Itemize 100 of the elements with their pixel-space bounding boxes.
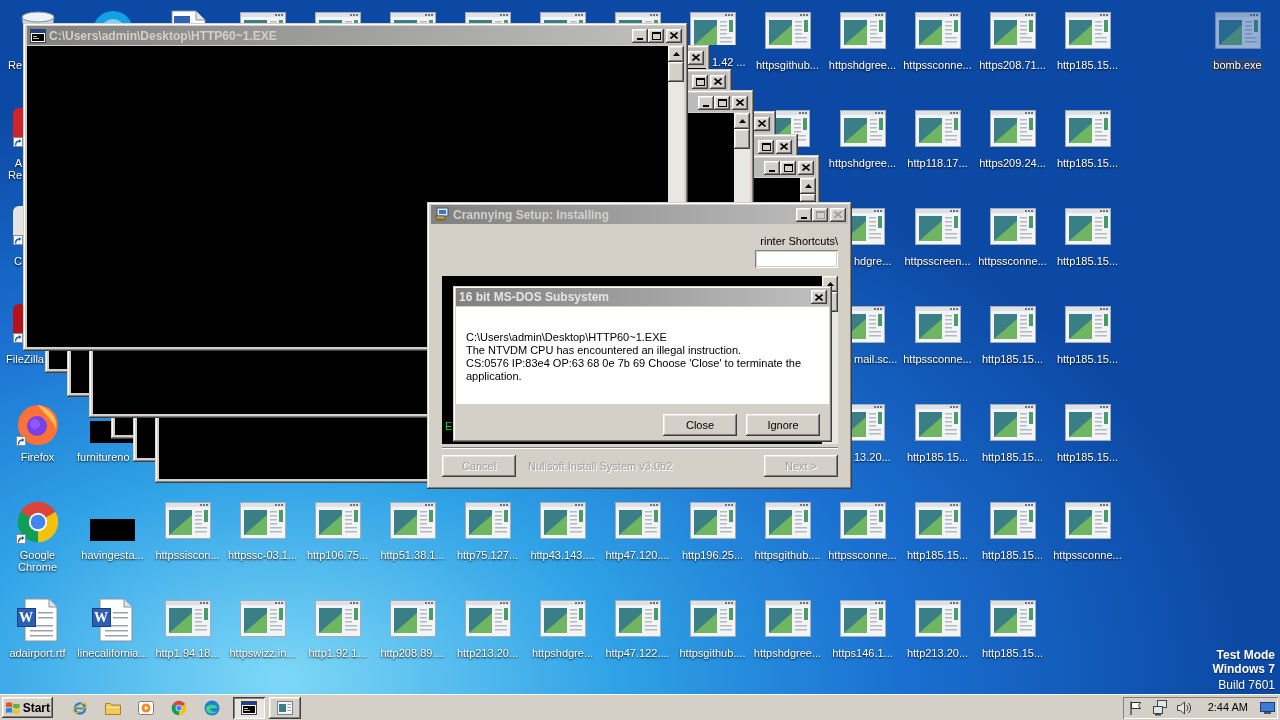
desktop-icon-label[interactable]: https208.71...: [978, 59, 1047, 71]
file-thumbnail-icon[interactable]: [239, 600, 286, 637]
desktop-icon-label[interactable]: http185.15...: [980, 647, 1045, 659]
desktop-icon-label[interactable]: Firefox: [19, 451, 56, 463]
file-thumbnail-icon[interactable]: [989, 208, 1036, 245]
file-thumbnail-icon[interactable]: [989, 306, 1036, 343]
desktop-icon-label[interactable]: http185.15...: [980, 549, 1045, 561]
firefox-icon[interactable]: [15, 402, 60, 446]
desktop-icon-label[interactable]: A Re: [0, 157, 23, 181]
close-button[interactable]: [688, 50, 704, 65]
desktop-icon-label[interactable]: hdgre...: [853, 255, 893, 267]
file-thumbnail-icon[interactable]: [839, 12, 886, 49]
maximize-button[interactable]: [758, 139, 774, 154]
scroll-up-button[interactable]: [734, 113, 750, 129]
desktop-icon-label[interactable]: mail.sc...: [853, 353, 899, 365]
network-icon[interactable]: [1151, 699, 1168, 716]
desktop-icon-label[interactable]: FileZilla: [0, 353, 45, 365]
close-button[interactable]: [798, 160, 814, 175]
desktop-icon-label[interactable]: http185.15...: [980, 353, 1045, 365]
desktop-icon-label[interactable]: httpssconne...: [902, 353, 973, 365]
minimize-button[interactable]: [764, 160, 780, 175]
desktop-icon-label[interactable]: http185.15...: [1055, 451, 1120, 463]
file-thumbnail-icon[interactable]: [539, 600, 586, 637]
file-thumbnail-icon[interactable]: [839, 600, 886, 637]
file-thumbnail-icon[interactable]: [1064, 404, 1111, 441]
file-thumbnail-icon[interactable]: [914, 110, 961, 147]
blank-thumbnail-icon[interactable]: [90, 519, 135, 541]
taskbar-button[interactable]: [269, 696, 301, 719]
file-thumbnail-icon[interactable]: [989, 110, 1036, 147]
file-thumbnail-icon[interactable]: [1064, 110, 1111, 147]
file-thumbnail-icon[interactable]: [614, 502, 661, 539]
file-thumbnail-icon[interactable]: [852, 306, 885, 343]
desktop-icon-label[interactable]: http185.15...: [1055, 157, 1120, 169]
file-thumbnail-icon[interactable]: [1064, 12, 1111, 49]
maximize-button[interactable]: [714, 95, 730, 110]
desktop-icon-label[interactable]: httpshdgree...: [827, 157, 898, 169]
file-thumbnail-icon[interactable]: [914, 12, 961, 49]
dialog-button[interactable]: Ignore: [746, 414, 820, 436]
flag-icon[interactable]: [1127, 699, 1144, 716]
desktop-icon-label[interactable]: httpssconne...: [1052, 549, 1123, 561]
desktop-icon-label[interactable]: httpsscreen...: [903, 255, 972, 267]
close-button[interactable]: [666, 28, 682, 43]
file-thumbnail-icon[interactable]: [852, 404, 885, 441]
maximize-button[interactable]: [692, 74, 708, 89]
desktop-icon-label[interactable]: http196.25...: [680, 549, 745, 561]
close-button[interactable]: [754, 116, 770, 131]
file-thumbnail-icon[interactable]: [689, 12, 736, 45]
file-thumbnail-icon[interactable]: [914, 600, 961, 637]
close-button[interactable]: [732, 95, 748, 110]
file-thumbnail-icon[interactable]: [989, 600, 1036, 637]
file-thumbnail-icon[interactable]: [389, 502, 436, 539]
file-thumbnail-icon[interactable]: [839, 110, 886, 147]
desktop-icon-label[interactable]: httpssconne...: [977, 255, 1048, 267]
desktop-icon-label[interactable]: httpssconne...: [827, 549, 898, 561]
desktop-icon-label[interactable]: http185.15...: [980, 451, 1045, 463]
file-thumbnail-icon[interactable]: [764, 502, 811, 539]
maximize-button[interactable]: [648, 28, 664, 43]
scroll-thumb[interactable]: [800, 194, 816, 202]
desktop-icon-label[interactable]: http185.15...: [1055, 353, 1120, 365]
desktop-icon-label[interactable]: C: [0, 255, 23, 267]
file-thumbnail-icon[interactable]: [1064, 208, 1111, 245]
file-thumbnail-icon[interactable]: [914, 502, 961, 539]
desktop-icon-label[interactable]: httpsgithub....: [753, 549, 822, 561]
taskbar-button[interactable]: [233, 696, 265, 719]
file-thumbnail-icon[interactable]: [989, 502, 1036, 539]
file-thumbnail-icon[interactable]: [164, 600, 211, 637]
file-thumbnail-icon[interactable]: [914, 404, 961, 441]
desktop-icon-label[interactable]: http213.20...: [905, 647, 970, 659]
minimize-button[interactable]: [632, 28, 648, 43]
desktop-icon-label[interactable]: httpsgithub...: [755, 59, 820, 71]
app-icon[interactable]: [13, 206, 23, 235]
chrome-icon[interactable]: [15, 500, 60, 544]
desktop-icon-label[interactable]: furnitureno: [76, 451, 131, 463]
desktop-icon-label[interactable]: 1.42 ...: [711, 56, 747, 68]
close-button[interactable]: [811, 290, 827, 304]
file-thumbnail-icon[interactable]: [914, 306, 961, 343]
dialog-button[interactable]: Close: [663, 414, 737, 436]
desktop-icon-label[interactable]: httpshdgree...: [752, 647, 823, 659]
file-thumbnail-icon[interactable]: [464, 502, 511, 539]
file-thumbnail-icon[interactable]: [914, 208, 961, 245]
desktop-icon-label[interactable]: httpsgithub....: [678, 647, 747, 659]
scroll-thumb[interactable]: [734, 129, 750, 149]
scroll-up-button[interactable]: [800, 178, 816, 194]
show-desktop-icon[interactable]: [1260, 701, 1275, 714]
desktop-icon-label[interactable]: http185.15...: [905, 549, 970, 561]
desktop-icon-label[interactable]: bomb.exe: [1212, 59, 1263, 71]
file-thumbnail-icon[interactable]: [764, 12, 811, 49]
speaker-icon[interactable]: [1175, 699, 1192, 716]
desktop-icon-label[interactable]: httpshdgree...: [827, 59, 898, 71]
file-thumbnail-icon[interactable]: [839, 502, 886, 539]
desktop-icon-label[interactable]: 13.20...: [853, 451, 892, 463]
document-icon[interactable]: [169, 10, 206, 23]
file-thumbnail-icon[interactable]: [989, 12, 1036, 49]
file-thumbnail-icon[interactable]: [1064, 502, 1111, 539]
desktop-icon-label[interactable]: http185.15...: [1055, 255, 1120, 267]
file-thumbnail-icon[interactable]: [989, 404, 1036, 441]
file-thumbnail-icon[interactable]: [314, 502, 361, 539]
start-button[interactable]: Start: [2, 697, 53, 718]
file-thumbnail-icon[interactable]: [852, 208, 885, 245]
minimize-button[interactable]: [796, 207, 812, 222]
